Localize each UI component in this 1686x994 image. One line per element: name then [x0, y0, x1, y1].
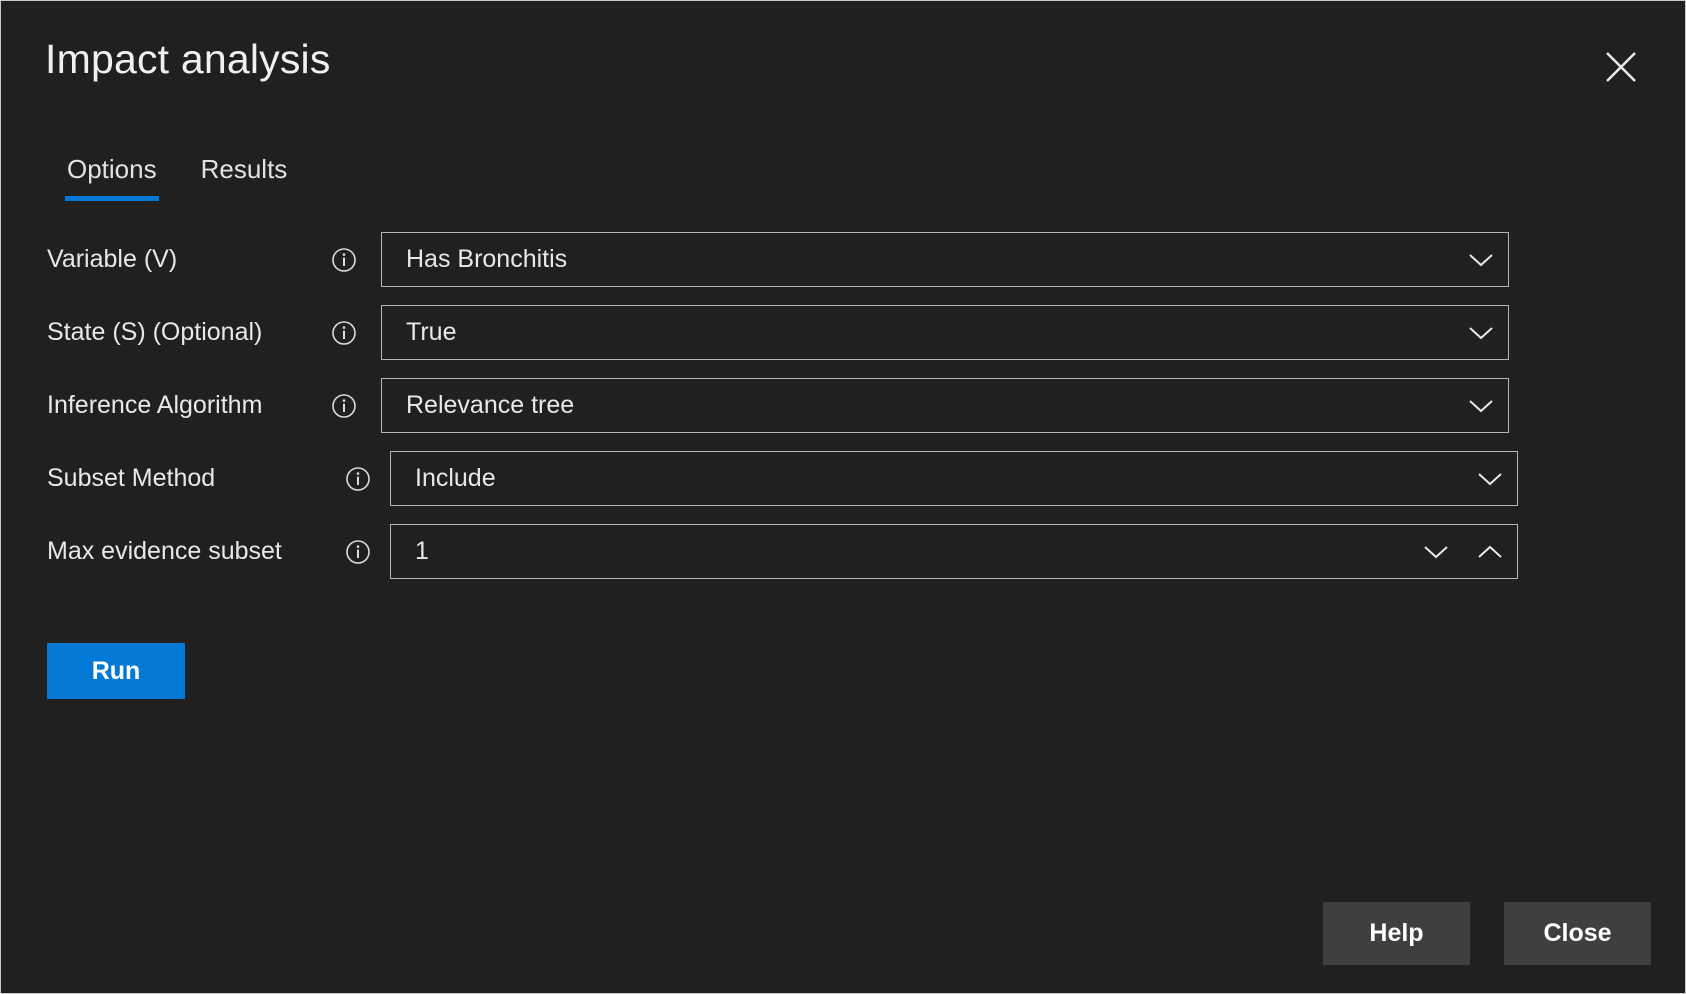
dropdown-variable[interactable]: Has Bronchitis	[381, 232, 1509, 287]
chevron-down-icon[interactable]	[1409, 543, 1463, 561]
label-inference-algorithm: Inference Algorithm	[47, 393, 262, 418]
run-button[interactable]: Run	[47, 643, 185, 699]
chevron-down-icon[interactable]	[1454, 251, 1508, 269]
form-row-variable: Variable (V) Has Bronchitis	[1, 223, 1685, 296]
chevron-down-icon[interactable]	[1454, 324, 1508, 342]
info-icon[interactable]	[331, 247, 357, 273]
dropdown-subset-method-value: Include	[391, 466, 1463, 491]
close-button[interactable]: Close	[1504, 902, 1651, 965]
dropdown-subset-method[interactable]: Include	[390, 451, 1518, 506]
dialog-footer: Help Close	[1323, 902, 1651, 965]
help-button[interactable]: Help	[1323, 902, 1470, 965]
form-row-state: State (S) (Optional) True	[1, 296, 1685, 369]
info-icon[interactable]	[345, 539, 371, 565]
stepper-max-evidence-subset[interactable]: 1	[390, 524, 1518, 579]
tab-results[interactable]: Results	[179, 149, 310, 201]
page-title: Impact analysis	[45, 39, 331, 80]
dialog-title-bar: Impact analysis	[1, 1, 1685, 131]
close-icon[interactable]	[1591, 37, 1651, 97]
dropdown-state[interactable]: True	[381, 305, 1509, 360]
info-icon[interactable]	[345, 466, 371, 492]
tab-options-label: Options	[67, 154, 157, 184]
form-row-subset-method: Subset Method Include	[1, 442, 1685, 515]
options-form: Variable (V) Has Bronchitis State (S)	[1, 223, 1685, 588]
chevron-down-icon[interactable]	[1454, 397, 1508, 415]
tab-bar: Options Results	[45, 149, 309, 201]
dropdown-inference-algorithm[interactable]: Relevance tree	[381, 378, 1509, 433]
chevron-up-icon[interactable]	[1463, 543, 1517, 561]
info-icon[interactable]	[331, 393, 357, 419]
form-row-inference-algorithm: Inference Algorithm Relevance tree	[1, 369, 1685, 442]
tab-results-label: Results	[201, 154, 288, 184]
form-row-max-evidence-subset: Max evidence subset 1	[1, 515, 1685, 588]
label-max-evidence-subset: Max evidence subset	[47, 539, 282, 564]
dropdown-state-value: True	[382, 320, 1454, 345]
chevron-down-icon[interactable]	[1463, 470, 1517, 488]
tab-active-underline	[65, 196, 159, 201]
label-variable: Variable (V)	[47, 247, 177, 272]
stepper-max-evidence-subset-value: 1	[391, 539, 1409, 564]
impact-analysis-dialog: Impact analysis Options Results Variable…	[0, 0, 1686, 994]
dropdown-inference-algorithm-value: Relevance tree	[382, 393, 1454, 418]
tab-options[interactable]: Options	[45, 149, 179, 201]
info-icon[interactable]	[331, 320, 357, 346]
dropdown-variable-value: Has Bronchitis	[382, 247, 1454, 272]
tab-inactive-underline	[199, 196, 290, 201]
label-state: State (S) (Optional)	[47, 320, 262, 345]
label-subset-method: Subset Method	[47, 466, 215, 491]
